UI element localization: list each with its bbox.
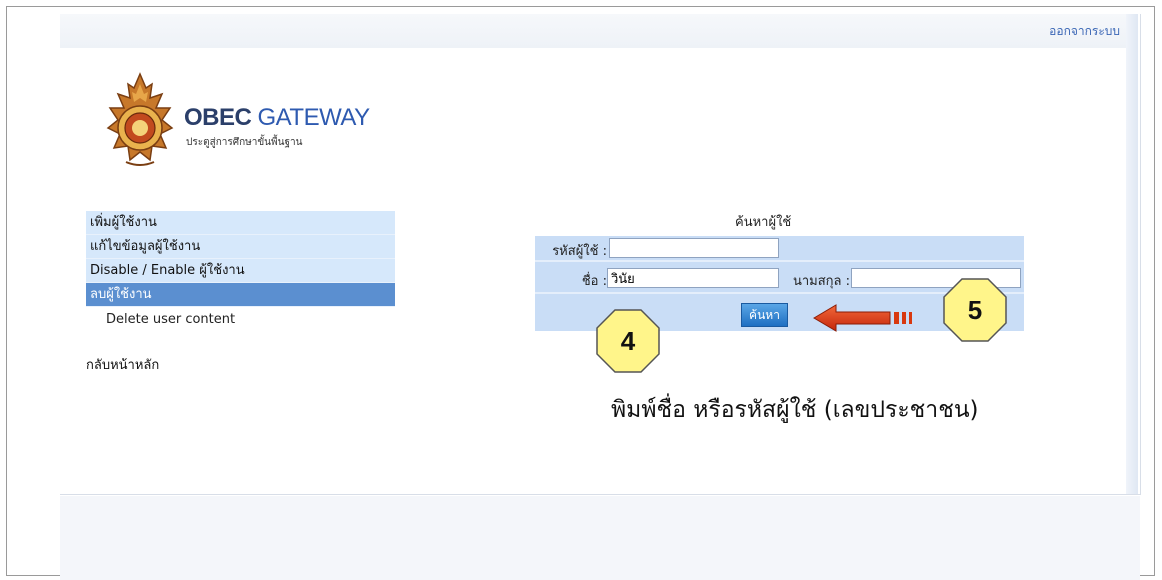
sidebar-subitem-delete-content[interactable]: Delete user content — [86, 307, 395, 333]
search-title: ค้นหาผู้ใช้ — [735, 215, 792, 230]
logo-title-obec: OBEC — [184, 104, 252, 131]
logo-title-gateway: GATEWAY — [257, 104, 371, 131]
user-id-label: รหัสผู้ใช้ : — [552, 244, 607, 259]
top-bar — [60, 14, 1126, 48]
back-home-link[interactable]: กลับหน้าหลัก — [86, 354, 159, 375]
first-name-input[interactable] — [607, 268, 779, 288]
search-button[interactable]: ค้นหา — [741, 303, 788, 327]
logo-title: OBEC GATEWAY — [184, 104, 370, 132]
step-4-number: 4 — [620, 326, 636, 356]
step-5-number: 5 — [967, 295, 983, 325]
sidebar-item-edit-user[interactable]: แก้ไขข้อมูลผู้ใช้งาน — [86, 235, 395, 259]
logo-subtitle: ประตูสู่การศึกษาขั้นพื้นฐาน — [186, 137, 303, 148]
user-id-input[interactable] — [609, 238, 779, 258]
logout-link[interactable]: ออกจากระบบ — [1049, 22, 1120, 41]
last-name-label: นามสกุล : — [792, 274, 850, 289]
right-shade — [1126, 14, 1138, 494]
first-name-label: ชื่อ : — [581, 274, 607, 289]
row-divider — [535, 260, 1024, 262]
sidebar-item-delete-user[interactable]: ลบผู้ใช้งาน — [86, 283, 395, 307]
arrow-left-icon — [813, 304, 912, 332]
sidebar-item-add-user[interactable]: เพิ่มผู้ใช้งาน — [86, 211, 395, 235]
sidebar-menu: เพิ่มผู้ใช้งาน แก้ไขข้อมูลผู้ใช้งาน Disa… — [86, 211, 395, 333]
obec-emblem-icon — [106, 72, 174, 166]
sidebar-item-disable-enable[interactable]: Disable / Enable ผู้ใช้งาน — [86, 259, 395, 283]
instruction-text: พิมพ์ชื่อ หรือรหัสผู้ใช้ (เลขประชาชน) — [611, 397, 979, 423]
footer-band — [60, 496, 1140, 580]
